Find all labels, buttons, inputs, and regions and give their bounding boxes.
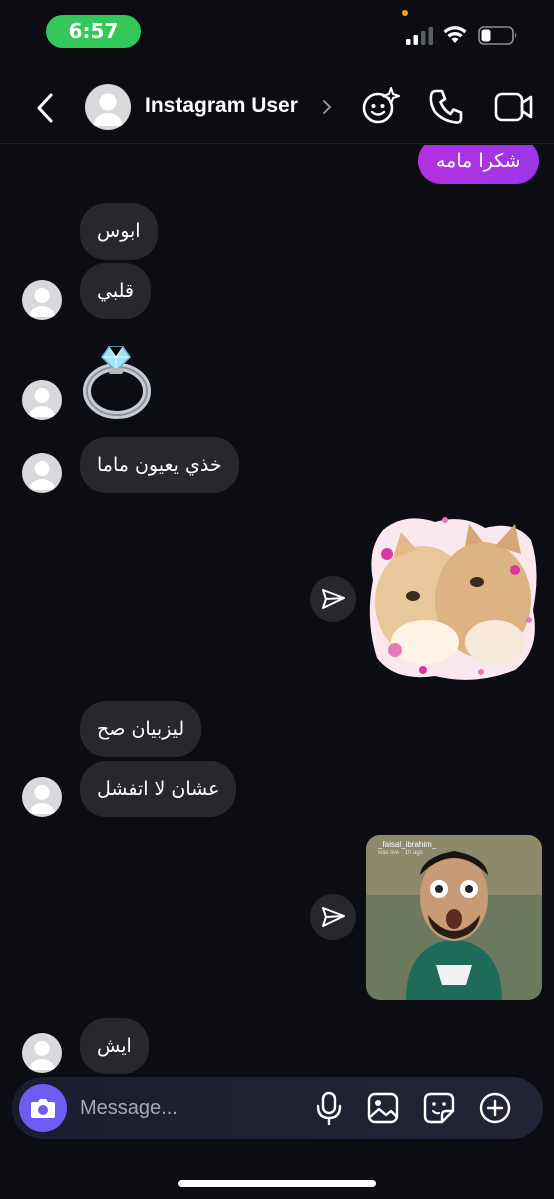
reel-subtitle: was live · 1h ago [378,850,424,856]
default-avatar-icon [29,785,55,814]
incoming-message[interactable]: ايش [80,1018,149,1074]
share-button[interactable] [310,576,356,622]
incoming-message[interactable]: عشان لا اتفشل [80,761,237,817]
privacy-indicator-dot [402,10,408,16]
chevron-right-icon[interactable] [320,97,334,117]
sender-avatar[interactable] [22,453,62,493]
chat-header: Instagram User [0,72,554,144]
phone-call-icon[interactable] [428,88,464,126]
effects-icon[interactable] [360,86,400,126]
gallery-icon[interactable] [366,1091,400,1125]
status-bar: 6:57 [0,0,554,64]
back-arrow-icon[interactable] [30,90,60,126]
message-input[interactable] [80,1092,300,1124]
contact-avatar[interactable] [85,84,131,130]
default-avatar-icon [29,288,55,317]
default-avatar-icon [29,1041,55,1070]
message-composer [12,1077,543,1139]
message-thread[interactable]: شكرا مامه ابوس قلبي خذي يعيون ماما ليزبي… [0,145,554,1075]
shared-reel-preview[interactable]: _faisal_ibrahim_ was live · 1h ago [366,835,542,1000]
kittens-sticker[interactable] [365,510,541,682]
camera-button[interactable] [19,1084,67,1132]
home-indicator[interactable] [178,1180,376,1187]
incoming-message[interactable]: ليزبيان صح [80,701,202,757]
sticker-icon[interactable] [422,1091,456,1125]
cellular-signal-icon [406,27,433,45]
battery-icon [478,26,517,45]
camera-icon [31,1099,55,1118]
incoming-message[interactable]: خذي يعيون ماما [80,437,239,493]
default-avatar-icon [29,388,55,417]
ring-emoji-icon[interactable] [82,343,158,423]
reel-thumbnail [366,835,542,1000]
incoming-message[interactable]: ابوس [80,203,158,260]
share-button[interactable] [310,894,356,940]
video-call-icon[interactable] [494,90,534,124]
microphone-icon[interactable] [314,1091,344,1125]
send-arrow-icon [322,907,345,927]
wifi-icon [443,26,467,43]
send-arrow-icon [322,589,345,609]
sender-avatar[interactable] [22,380,62,420]
default-avatar-icon [93,93,123,126]
plus-circle-icon[interactable] [478,1091,512,1125]
sender-avatar[interactable] [22,777,62,817]
contact-name[interactable]: Instagram User [145,94,298,118]
default-avatar-icon [29,461,55,490]
sender-avatar[interactable] [22,280,62,320]
status-time: 6:57 [46,15,141,48]
sender-avatar[interactable] [22,1033,62,1073]
reel-username: _faisal_ibrahim_ [378,840,437,849]
incoming-message[interactable]: قلبي [80,263,151,319]
outgoing-message[interactable]: شكرا مامه [418,145,539,184]
